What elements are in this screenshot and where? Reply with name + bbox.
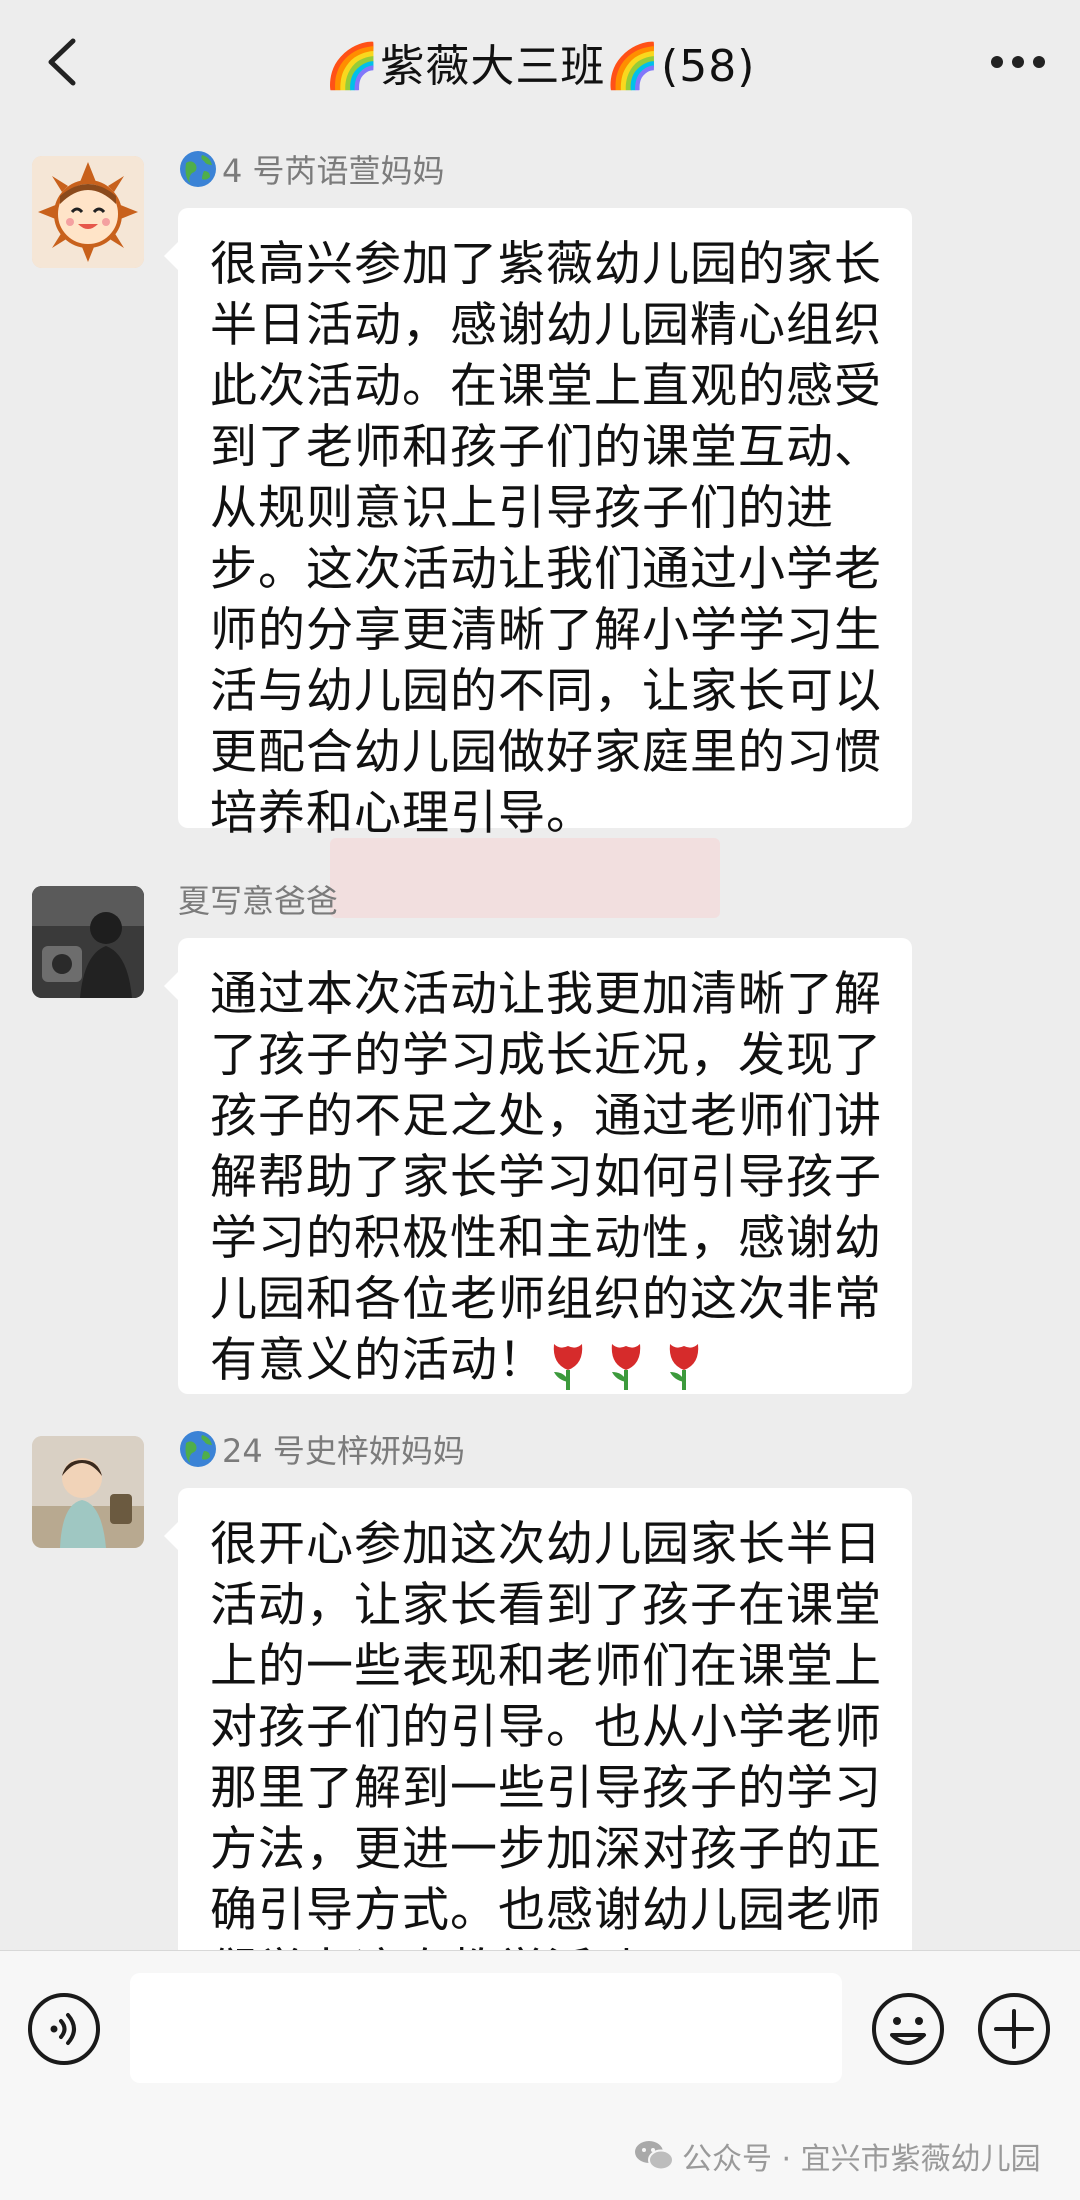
plus-circle-icon (978, 1993, 1050, 2065)
back-button[interactable] (30, 30, 94, 94)
tulip-emoji-group (546, 1338, 706, 1390)
more-functions-button[interactable] (976, 1991, 1052, 2067)
tulip-icon (669, 1343, 699, 1390)
photo-avatar-image (32, 886, 144, 998)
background-smudge (330, 838, 720, 918)
globe-icon (180, 151, 216, 187)
wechat-icon (635, 2141, 674, 2171)
sender-name-text: 4 号芮语萱妈妈 (222, 152, 445, 190)
globe-icon (180, 1431, 216, 1467)
sender-name-text: 24 号史梓妍妈妈 (222, 1432, 465, 1470)
watermark: 公众号 · 宜兴市紫薇幼儿园 (634, 2134, 1041, 2178)
emoji-icon (872, 1993, 944, 2065)
sun-cartoon-avatar-image (32, 156, 144, 268)
tulip-icon (553, 1343, 583, 1390)
chevron-left-icon (48, 38, 76, 86)
watermark-text: 公众号 · 宜兴市紫薇幼儿园 (682, 2142, 1041, 2177)
avatar[interactable] (32, 156, 144, 268)
message-text: 很开心参加这次幼儿园家长半日活动，让家长看到了孩子在课堂上的一些表现和老师们在课… (210, 1517, 882, 1950)
message-text: 通过本次活动让我更加清晰了解了孩子的学习成长近况，发现了孩子的不足之处，通过老师… (210, 967, 882, 1388)
message-input[interactable] (130, 1973, 842, 2083)
sender-name: 夏写意爸爸 (178, 876, 338, 922)
chat-header: 🌈紫薇大三班🌈(58) (0, 0, 1080, 124)
message-bubble[interactable]: 很开心参加这次幼儿园家长半日活动，让家长看到了孩子在课堂上的一些表现和老师们在课… (164, 1488, 912, 1950)
more-button[interactable] (986, 30, 1050, 94)
sender-name: 4 号芮语萱妈妈 (178, 146, 445, 192)
voice-input-button[interactable] (26, 1991, 102, 2067)
sender-name: 24 号史梓妍妈妈 (178, 1426, 465, 1472)
child-photo-avatar-image (32, 1436, 144, 1548)
emoji-button[interactable] (870, 1991, 946, 2067)
message-bubble[interactable]: 很高兴参加了紫薇幼儿园的家长半日活动，感谢幼儿园精心组织此次活动。在课堂上直观的… (164, 208, 912, 841)
tulip-icon (611, 1343, 641, 1390)
avatar[interactable] (32, 886, 144, 998)
more-dots-icon (991, 56, 1045, 68)
message-bubble[interactable]: 通过本次活动让我更加清晰了解了孩子的学习成长近况，发现了孩子的不足之处，通过老师… (164, 938, 912, 1394)
message-text: 很高兴参加了紫薇幼儿园的家长半日活动，感谢幼儿园精心组织此次活动。在课堂上直观的… (210, 237, 882, 841)
voice-icon (28, 1993, 100, 2065)
avatar[interactable] (32, 1436, 144, 1548)
chat-title: 🌈紫薇大三班🌈(58) (324, 41, 756, 92)
sender-name-text: 夏写意爸爸 (178, 882, 339, 920)
chat-message-list[interactable]: 4 号芮语萱妈妈 很高兴参加了紫薇幼儿园的家长半日活动，感谢幼儿园精心组织此次活… (0, 124, 1080, 1950)
